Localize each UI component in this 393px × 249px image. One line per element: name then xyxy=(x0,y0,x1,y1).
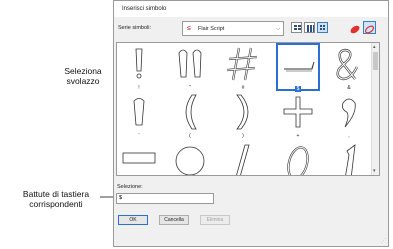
symbol-glyph xyxy=(287,146,309,175)
list-view-button[interactable] xyxy=(291,22,302,33)
symbol-cell-zero[interactable] xyxy=(278,141,318,175)
callout-keystrokes: Battute di tastiera corrispondenti xyxy=(22,189,90,209)
symbol-cell-paren-open[interactable]: ( xyxy=(170,93,210,139)
symbol-set-dropdown[interactable]: ≤ Flair Script ⌵ xyxy=(182,21,284,36)
symbol-glyph xyxy=(283,96,313,128)
symbol-set-label: Serie simboli: xyxy=(118,25,152,31)
symbol-caption: # xyxy=(241,85,245,91)
clear-button[interactable]: Elimina xyxy=(200,215,230,225)
symbol-glyph xyxy=(133,98,145,126)
resize-grip-icon[interactable]: ⋰ xyxy=(381,238,386,244)
chevron-down-icon: ⌵ xyxy=(276,26,280,32)
scrollbar-thumb[interactable] xyxy=(373,52,378,70)
symbol-caption: , xyxy=(348,133,350,139)
scroll-up-icon[interactable]: ▴ xyxy=(373,44,376,50)
symbol-cell-dollar[interactable]: $ xyxy=(278,45,318,92)
symbol-cell-exclamation[interactable]: ! xyxy=(119,45,159,91)
selection-value: $ xyxy=(119,195,123,201)
symbol-glyph xyxy=(345,144,356,175)
symbol-caption: ( xyxy=(189,133,191,139)
insert-symbol-dialog: Inserisci simbolo Serie simboli: ≤ Flair… xyxy=(113,0,389,247)
selected-caption-badge: $ xyxy=(294,86,302,92)
symbol-glyph xyxy=(226,47,258,81)
symbol-caption: & xyxy=(347,85,351,91)
symbol-glyph xyxy=(175,146,205,175)
symbol-cell-hash[interactable]: # xyxy=(223,45,263,91)
selection-field[interactable]: $ xyxy=(116,193,214,204)
symbol-cell-apostrophe[interactable]: ' xyxy=(119,93,159,139)
symbol-glyph xyxy=(236,144,250,175)
symbol-glyph xyxy=(178,49,202,78)
symbol-cell-period[interactable] xyxy=(170,141,210,175)
symbol-grid-scrollbar[interactable]: ▴ ▾ xyxy=(371,43,379,175)
dialog-title: Inserisci simbolo xyxy=(114,1,388,17)
outline-color-button[interactable] xyxy=(363,21,376,34)
symbol-cell-slash[interactable] xyxy=(223,141,263,175)
symbol-glyph xyxy=(341,98,356,128)
outline-color-icon xyxy=(364,25,375,34)
symbol-glyph xyxy=(185,94,197,130)
symbol-caption: " xyxy=(189,85,191,91)
flair-script-icon: ≤ xyxy=(187,25,191,32)
symbol-grid: ! " # $ & ' () + , ▴ ▾ xyxy=(116,42,380,176)
symbol-cell-hyphen[interactable] xyxy=(119,141,159,175)
symbol-cell-ampersand[interactable]: & xyxy=(329,45,369,91)
symbol-cell-quote[interactable]: " xyxy=(170,45,210,91)
symbol-glyph xyxy=(122,152,156,164)
symbol-glyph xyxy=(135,48,143,79)
ok-button[interactable]: OK xyxy=(118,215,148,225)
symbol-cell-one[interactable] xyxy=(329,141,369,175)
symbol-caption: ' xyxy=(138,133,140,139)
selection-label: Selezione: xyxy=(117,184,143,190)
color-picker-button[interactable] xyxy=(349,22,361,34)
symbol-caption: + xyxy=(296,133,300,139)
symbol-glyph xyxy=(284,61,315,72)
symbol-cell-comma[interactable]: , xyxy=(329,93,369,139)
symbol-cell-paren-close[interactable]: ) xyxy=(223,93,263,139)
symbol-set-value: Flair Script xyxy=(198,26,225,32)
symbol-glyph xyxy=(236,94,249,130)
cancel-button[interactable]: Cancella xyxy=(159,215,189,225)
scroll-down-icon[interactable]: ▾ xyxy=(373,168,376,174)
large-grid-button[interactable] xyxy=(304,22,315,33)
symbol-caption: $ xyxy=(278,86,318,93)
symbol-caption: ) xyxy=(242,133,244,139)
small-grid-button[interactable] xyxy=(317,22,328,33)
symbol-caption: ! xyxy=(138,85,140,91)
callout-select-swash: Seleziona svolazzo xyxy=(64,66,102,86)
color-icon xyxy=(350,25,360,34)
symbol-glyph xyxy=(336,48,359,81)
symbol-cell-plus[interactable]: + xyxy=(278,93,318,139)
